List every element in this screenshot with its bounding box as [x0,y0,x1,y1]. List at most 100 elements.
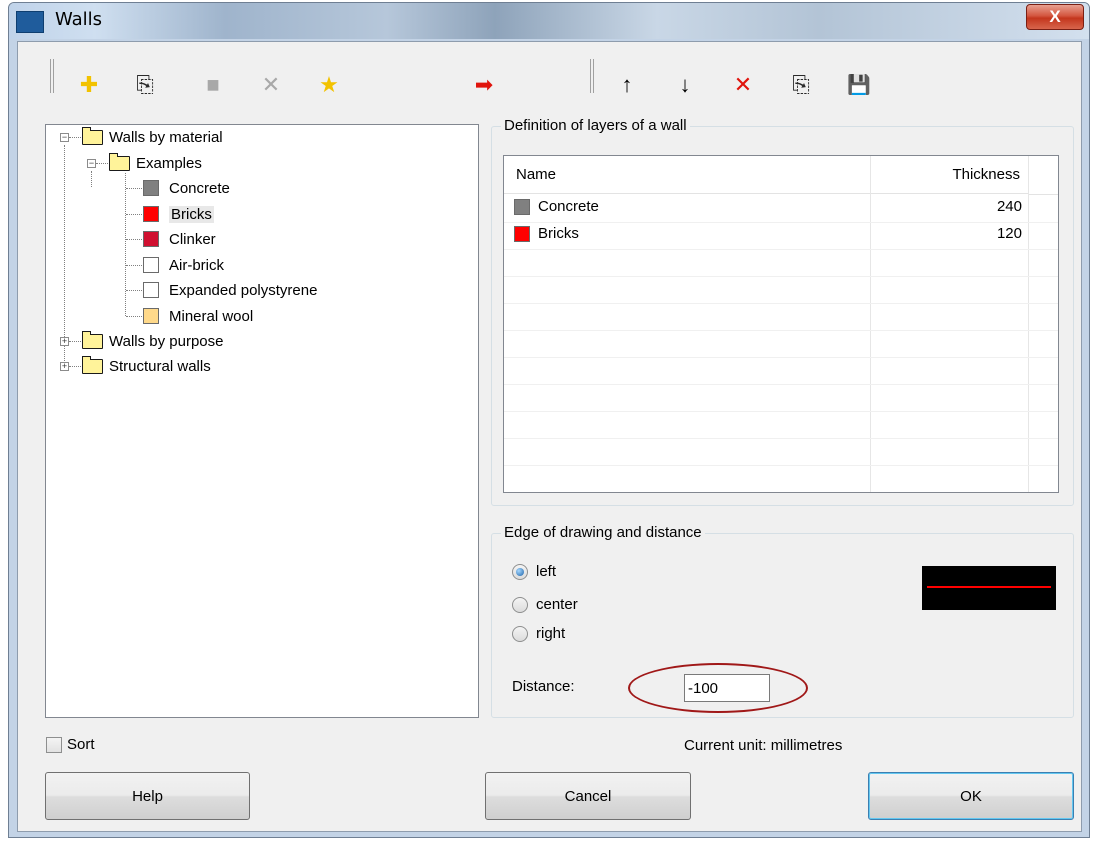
tree-node-label: Mineral wool [169,307,254,325]
toolbar-grip-right[interactable] [590,59,594,93]
tree-node-label: Concrete [169,179,230,197]
column-header-name[interactable]: Name [504,156,870,194]
radio-button[interactable] [512,625,528,642]
layers-table[interactable]: Name Thickness Concrete 240 Bricks 120 [503,155,1059,493]
table-row [504,249,1058,277]
layer-name-cell: Concrete [514,198,599,215]
folder-icon [82,330,103,349]
color-swatch [143,231,159,247]
square-icon: ■ [206,72,220,97]
table-row [504,384,1058,412]
radio-selected-dot [516,567,524,576]
favorite-button[interactable]: ★ [314,70,344,100]
tree-line [125,173,126,316]
color-swatch [143,308,159,324]
cancel-button[interactable]: Cancel [485,772,691,820]
ok-button[interactable]: OK [868,772,1074,820]
tree-line [69,137,81,138]
tree-line [126,265,142,266]
title-bar[interactable] [9,3,1089,39]
layers-group-legend: Definition of layers of a wall [501,117,690,134]
move-up-button[interactable]: ↑ [612,70,642,100]
radio-label: center [536,596,578,613]
radio-button[interactable] [512,563,528,580]
radio-left[interactable]: left [512,563,556,580]
tree-node-structural-walls[interactable]: Structural walls [82,355,211,377]
layer-thickness: 240 [996,198,1022,215]
radio-right[interactable]: right [512,625,565,642]
radio-center[interactable]: center [512,596,578,613]
radio-label: left [536,563,557,580]
sort-checkbox-row[interactable]: Sort [46,736,95,753]
copy-material-button[interactable]: ⎘ [130,70,160,100]
folder-icon [109,152,130,171]
layer-name: Bricks [538,225,579,242]
delete-disabled-icon: ✕ [261,72,281,97]
copy-icon: ⎘ [792,72,810,97]
copy-icon: ⎘ [136,72,154,97]
add-layer-button[interactable]: ➡ [469,70,499,100]
tree-node-label: Walls by purpose [109,332,224,350]
move-down-button[interactable]: ↓ [670,70,700,100]
tree-node-bricks[interactable]: Bricks [143,203,214,225]
expand-toggle[interactable]: + [60,337,69,346]
column-header-filler [1029,156,1058,195]
tree-node-concrete[interactable]: Concrete [143,177,230,199]
tree-node-air-brick[interactable]: Air-brick [143,254,224,276]
table-row [504,330,1058,358]
radio-button[interactable] [512,596,528,613]
tree-node-label: Bricks [169,205,214,223]
add-material-button[interactable]: ✚ [74,70,104,100]
table-row[interactable]: Concrete 240 [504,195,1058,223]
unit-text: Current unit: millimetres [684,737,843,754]
save-button[interactable]: 💾 [844,70,874,100]
copy-layer-button[interactable]: ⎘ [786,70,816,100]
delete-layer-button[interactable]: ✕ [728,70,758,100]
sort-checkbox[interactable] [46,736,62,753]
color-swatch [143,180,159,196]
tree-node-expanded-polystyrene[interactable]: Expanded polystyrene [143,279,317,301]
color-swatch [143,206,159,222]
help-button[interactable]: Help [45,772,250,820]
tree-line [126,290,142,291]
color-button[interactable]: ■ [198,70,228,100]
column-header-thickness[interactable]: Thickness [871,156,1028,194]
table-row [504,303,1058,331]
material-tree[interactable]: − Walls by material − Examples Concrete … [45,124,479,718]
tree-node-examples[interactable]: Examples [109,152,202,174]
delete-material-button[interactable]: ✕ [256,70,286,100]
tree-node-mineral-wool[interactable]: Mineral wool [143,305,253,327]
edge-preview [922,566,1056,610]
tree-node-walls-by-material[interactable]: Walls by material [82,126,223,148]
tree-node-walls-by-purpose[interactable]: Walls by purpose [82,330,224,352]
tree-node-label: Expanded polystyrene [169,281,318,299]
delete-icon: ✕ [733,72,753,97]
folder-icon [82,126,103,145]
collapse-toggle[interactable]: − [87,159,96,168]
color-swatch [143,282,159,298]
tree-node-label: Structural walls [109,357,211,375]
tree-node-label: Walls by material [109,128,223,146]
table-row [504,276,1058,304]
table-row [504,438,1058,466]
layer-name-cell: Bricks [514,225,579,242]
table-row [504,357,1058,385]
star-icon: ★ [319,72,339,97]
color-swatch [514,198,530,215]
save-icon: 💾 [847,74,871,96]
table-row[interactable]: Bricks 120 [504,222,1058,250]
tree-line [69,366,81,367]
arrow-down-icon: ↓ [679,72,691,97]
distance-label: Distance: [512,678,575,695]
close-button[interactable]: X [1026,4,1084,30]
arrow-right-icon: ➡ [474,72,494,97]
layer-thickness: 120 [996,225,1022,242]
edge-group-legend: Edge of drawing and distance [501,524,705,541]
collapse-toggle[interactable]: − [60,133,69,142]
layer-name: Concrete [538,198,599,215]
tree-line [91,171,92,187]
expand-toggle[interactable]: + [60,362,69,371]
toolbar-grip-left[interactable] [50,59,54,93]
tree-node-clinker[interactable]: Clinker [143,228,216,250]
tree-line [126,239,142,240]
